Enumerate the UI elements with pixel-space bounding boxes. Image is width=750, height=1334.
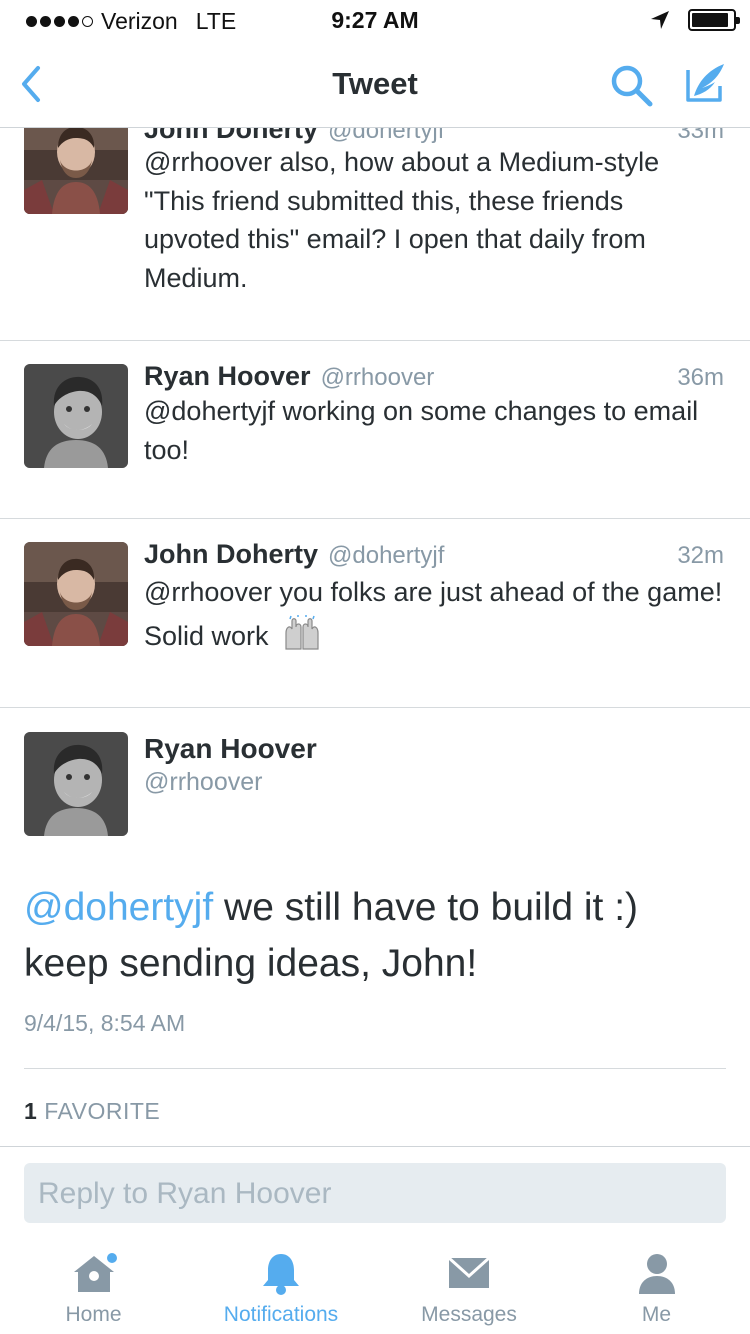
location-arrow-icon <box>651 11 669 29</box>
search-icon <box>611 65 653 107</box>
tweet-row[interactable]: John Doherty @dohertyjf 32m @rrhoover yo… <box>0 519 750 708</box>
navigation-bar: Tweet <box>0 40 750 128</box>
tab-me-label: Me <box>641 1303 672 1326</box>
tab-me[interactable]: Me <box>563 1238 750 1334</box>
divider <box>24 1068 726 1069</box>
tweet-text: @dohertyjf working on some changes to em… <box>144 396 699 465</box>
home-icon <box>73 1253 117 1292</box>
tweet-timestamp: 9/4/15, 8:54 AM <box>24 1010 186 1036</box>
envelope-icon <box>447 1256 491 1288</box>
avatar[interactable] <box>24 128 128 214</box>
tab-bar: Home Notifications Messages Me <box>0 1238 750 1334</box>
compose-tweet-icon <box>686 64 724 102</box>
main-tweet-author-name[interactable]: Ryan Hoover <box>144 733 317 765</box>
mention-link[interactable]: @dohertyjf <box>24 886 213 929</box>
tweet-time: 36m <box>677 364 724 391</box>
tab-messages-label: Messages <box>421 1303 517 1326</box>
tweet-time: 32m <box>677 542 724 569</box>
avatar[interactable] <box>24 542 128 646</box>
main-tweet-avatar[interactable] <box>24 732 128 836</box>
bell-icon <box>263 1254 299 1295</box>
tweet-text: @rrhoover you folks are just ahead of th… <box>144 577 723 651</box>
person-icon <box>638 1254 675 1294</box>
battery-icon <box>688 9 740 31</box>
main-tweet-text: @dohertyjf we still have to build it :) … <box>24 880 724 992</box>
tweet-row[interactable]: Ryan Hoover @rrhoover 36m @dohertyjf wor… <box>0 341 750 519</box>
clock: 9:27 AM <box>331 7 419 33</box>
battery-level <box>692 13 728 27</box>
tab-messages[interactable]: Messages <box>375 1238 563 1334</box>
favorites-count[interactable]: 1 FAVORITE <box>24 1098 160 1125</box>
tweet-time: 33m <box>677 128 724 144</box>
tab-home-label: Home <box>65 1303 122 1326</box>
favorite-number: 1 <box>24 1098 38 1124</box>
reply-bar: Reply to Ryan Hoover <box>0 1146 750 1238</box>
main-tweet-author-handle[interactable]: @rrhoover <box>144 768 262 797</box>
search-button[interactable] <box>608 62 656 110</box>
tab-notifications[interactable]: Notifications <box>187 1238 375 1334</box>
author-name[interactable]: Ryan Hoover <box>144 361 311 392</box>
favorite-label: FAVORITE <box>44 1098 161 1124</box>
avatar[interactable] <box>24 364 128 468</box>
status-bar: Verizon LTE 9:27 AM <box>0 0 750 40</box>
tweet-row[interactable]: John Doherty @dohertyjf 33m @rrhoover al… <box>0 128 750 341</box>
reply-input[interactable]: Reply to Ryan Hoover <box>24 1163 726 1223</box>
author-handle[interactable]: @rrhoover <box>321 364 435 392</box>
tab-notifications-label: Notifications <box>223 1303 339 1326</box>
raising-hands-emoji-icon <box>285 615 319 650</box>
author-name[interactable]: John Doherty <box>144 539 318 570</box>
tab-home[interactable]: Home <box>0 1238 187 1334</box>
author-handle[interactable]: @dohertyjf <box>328 542 444 570</box>
tweet-text: @rrhoover also, how about a Medium-style… <box>144 147 660 293</box>
compose-tweet-button[interactable] <box>680 58 730 108</box>
